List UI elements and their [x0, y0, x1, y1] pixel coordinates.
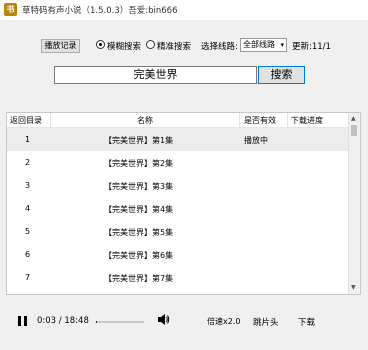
row-index: 6 — [25, 250, 31, 259]
table-row[interactable]: 5 【完美世界】第5集 — [7, 220, 349, 243]
row-name: 【完美世界】第5集 — [104, 228, 174, 237]
app-icon: 书 — [4, 3, 17, 16]
row-index: 7 — [25, 273, 31, 282]
column-divider — [50, 113, 51, 127]
table-row[interactable]: 3 【完美世界】第3集 — [7, 174, 349, 197]
row-index: 5 — [25, 227, 31, 236]
fuzzy-search-label[interactable]: 模糊搜索 — [107, 40, 141, 52]
volume-icon[interactable] — [158, 313, 170, 326]
vertical-scrollbar[interactable]: ▲ ▼ — [348, 113, 360, 294]
update-label: 更新:11/1 — [292, 42, 331, 52]
row-index: 3 — [25, 181, 31, 190]
search-button[interactable]: 搜索 — [258, 66, 305, 84]
playback-progress-fill — [96, 321, 97, 323]
table-row[interactable]: 7 【完美世界】第7集 — [7, 266, 349, 289]
row-name: 【完美世界】第1集 — [104, 136, 174, 145]
line-select-label: 选择线路: — [201, 42, 238, 52]
row-index: 2 — [25, 158, 31, 167]
episode-table: 返回目录 名称 是否有效 下载进度 1 【完美世界】第1集 播放中 2 【完美世… — [6, 112, 361, 295]
exact-search-label[interactable]: 精准搜索 — [157, 40, 191, 52]
exact-search-radio[interactable] — [146, 40, 155, 49]
download-progress-header: 下载进度 — [291, 116, 323, 125]
table-header: 返回目录 名称 是否有效 下载进度 — [7, 113, 349, 128]
row-name: 【完美世界】第4集 — [104, 205, 174, 214]
chevron-down-icon: ▾ — [280, 41, 284, 49]
scroll-up-icon[interactable]: ▲ — [351, 115, 356, 122]
table-row[interactable]: 1 【完美世界】第1集 播放中 — [7, 128, 349, 151]
playback-progress-bar[interactable] — [96, 321, 144, 323]
row-index: 1 — [25, 135, 31, 144]
download-button[interactable]: 下载 — [298, 316, 315, 328]
fuzzy-search-radio[interactable] — [96, 40, 105, 49]
search-input[interactable]: 完美世界 — [54, 66, 257, 84]
pause-icon[interactable] — [18, 316, 27, 326]
row-name: 【完美世界】第6集 — [104, 251, 174, 260]
table-row[interactable]: 6 【完美世界】第6集 — [7, 243, 349, 266]
scroll-down-icon[interactable]: ▼ — [351, 284, 356, 291]
row-status: 播放中 — [244, 136, 268, 145]
skip-intro-button[interactable]: 跳片头 — [253, 316, 279, 328]
line-select[interactable]: 全部线路 ▾ — [240, 38, 287, 52]
column-divider — [239, 113, 240, 127]
back-to-catalog-header[interactable]: 返回目录 — [10, 115, 42, 126]
title-bar: 书 草特码有声小说（1.5.0.3）吾爱:bin666 — [0, 0, 368, 20]
line-select-value: 全部线路 — [243, 40, 275, 49]
scrollbar-thumb[interactable] — [351, 125, 357, 136]
speed-button[interactable]: 倍速x2.0 — [207, 316, 240, 327]
column-divider — [287, 113, 288, 127]
valid-column-header: 是否有效 — [244, 116, 276, 125]
name-column-header: 名称 — [137, 116, 153, 125]
playback-time: 0:03 / 18:48 — [37, 316, 89, 326]
table-row[interactable]: 4 【完美世界】第4集 — [7, 197, 349, 220]
history-button[interactable]: 播放记录 — [41, 39, 80, 53]
table-row[interactable]: 2 【完美世界】第2集 — [7, 151, 349, 174]
row-name: 【完美世界】第2集 — [104, 159, 174, 168]
row-name: 【完美世界】第7集 — [104, 274, 174, 283]
row-name: 【完美世界】第3集 — [104, 182, 174, 191]
row-index: 4 — [25, 204, 31, 213]
window-title: 草特码有声小说（1.5.0.3）吾爱:bin666 — [22, 6, 178, 16]
